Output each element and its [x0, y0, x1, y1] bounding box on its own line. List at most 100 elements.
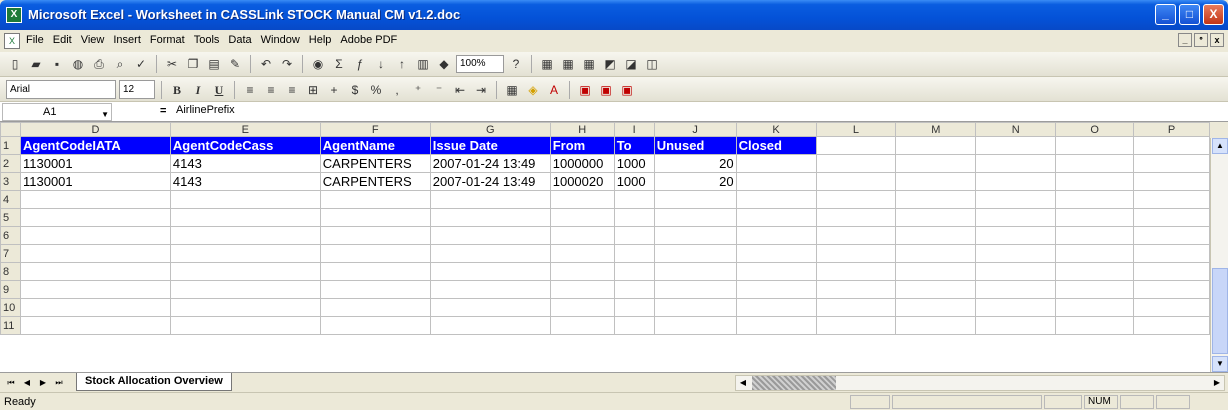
name-box[interactable]: A1 ▼ [2, 103, 112, 121]
undo-icon[interactable]: ↶ [257, 55, 275, 73]
header-cell-closed[interactable]: Closed [735, 136, 817, 155]
cell[interactable] [429, 298, 551, 317]
cell[interactable] [895, 226, 977, 245]
header-cell-agent-code-iata[interactable]: AgentCodeIATA [19, 136, 171, 155]
save-icon[interactable]: ▪ [48, 55, 66, 73]
workbook-icon[interactable]: X [4, 33, 20, 49]
cell[interactable] [895, 172, 977, 191]
pdf-review-icon[interactable]: ▣ [618, 81, 636, 99]
cell[interactable] [549, 280, 615, 299]
menu-window[interactable]: Window [261, 34, 300, 46]
paste-icon[interactable]: ▤ [205, 55, 223, 73]
cell[interactable] [815, 226, 897, 245]
cell[interactable] [1055, 154, 1135, 173]
cell[interactable] [735, 244, 817, 263]
increase-indent-icon[interactable]: ⇥ [472, 81, 490, 99]
horizontal-scrollbar[interactable]: ◀ ▶ [735, 375, 1225, 391]
comma-icon[interactable]: , [388, 81, 406, 99]
column-header[interactable]: M [895, 122, 977, 137]
cell[interactable] [1133, 298, 1210, 317]
cell[interactable] [1133, 172, 1210, 191]
autosum-icon[interactable]: Σ [330, 55, 348, 73]
cell[interactable] [1133, 190, 1210, 209]
cell[interactable] [815, 298, 897, 317]
cell[interactable] [429, 190, 551, 209]
cell[interactable] [1133, 280, 1210, 299]
cell[interactable] [613, 262, 655, 281]
formula-input[interactable]: AirlinePrefix [176, 104, 235, 116]
bold-button[interactable]: B [168, 81, 186, 99]
header-cell-agent-name[interactable]: AgentName [319, 136, 431, 155]
row-header[interactable]: 11 [0, 316, 21, 335]
decrease-indent-icon[interactable]: ⇤ [451, 81, 469, 99]
pdf-convert-icon[interactable]: ▣ [576, 81, 594, 99]
increase-decimal-icon[interactable]: ⁺ [409, 81, 427, 99]
cross-icon[interactable]: + [325, 81, 343, 99]
next-sheet-icon[interactable]: ▶ [36, 376, 50, 389]
cell[interactable] [319, 190, 431, 209]
cell[interactable] [169, 226, 321, 245]
cell[interactable]: CARPENTERS [319, 172, 431, 191]
cell[interactable] [895, 280, 977, 299]
borders-icon[interactable]: ▦ [503, 81, 521, 99]
cell[interactable] [975, 172, 1057, 191]
help-icon[interactable]: ? [507, 55, 525, 73]
cell[interactable]: 2007-01-24 13:49 [429, 172, 551, 191]
menu-format[interactable]: Format [150, 34, 185, 46]
horizontal-scroll-thumb[interactable] [752, 376, 836, 390]
cell[interactable] [19, 262, 171, 281]
row-header[interactable]: 6 [0, 226, 21, 245]
cell[interactable] [429, 244, 551, 263]
redo-icon[interactable]: ↷ [278, 55, 296, 73]
cell[interactable] [429, 208, 551, 227]
cell[interactable] [549, 298, 615, 317]
header-cell-from[interactable]: From [549, 136, 615, 155]
cell[interactable]: 1000 [613, 154, 655, 173]
sort-ascending-icon[interactable]: ↓ [372, 55, 390, 73]
italic-button[interactable]: I [189, 81, 207, 99]
underline-button[interactable]: U [210, 81, 228, 99]
shared-workspace-icon[interactable]: ◫ [643, 55, 661, 73]
cell[interactable] [169, 262, 321, 281]
cell[interactable] [815, 136, 897, 155]
format-painter-icon[interactable]: ✎ [226, 55, 244, 73]
cell[interactable] [1055, 262, 1135, 281]
cell[interactable] [815, 208, 897, 227]
scroll-down-icon[interactable]: ▼ [1212, 356, 1228, 372]
function-icon[interactable]: ƒ [351, 55, 369, 73]
close-button[interactable]: X [1203, 4, 1224, 25]
cell[interactable] [613, 208, 655, 227]
print-preview-icon[interactable]: ⌕ [111, 55, 129, 73]
copy-icon[interactable]: ❐ [184, 55, 202, 73]
cell[interactable] [613, 244, 655, 263]
cell[interactable] [1133, 316, 1210, 335]
excel-app-icon[interactable]: X [6, 7, 22, 23]
cell[interactable] [815, 316, 897, 335]
cell[interactable] [815, 172, 897, 191]
column-header[interactable]: D [19, 122, 171, 137]
doc-minimize-button[interactable]: _ [1178, 33, 1192, 47]
cell[interactable]: 1000020 [549, 172, 615, 191]
cell[interactable] [19, 208, 171, 227]
cell[interactable] [1133, 262, 1210, 281]
cell[interactable]: 20 [653, 172, 737, 191]
cell[interactable]: 4143 [169, 154, 321, 173]
cell[interactable] [429, 280, 551, 299]
cell[interactable] [1133, 208, 1210, 227]
cell[interactable] [815, 244, 897, 263]
reply-changes-icon[interactable]: ▦ [559, 55, 577, 73]
cell[interactable] [429, 226, 551, 245]
cell[interactable] [19, 298, 171, 317]
cell[interactable] [653, 190, 737, 209]
cell[interactable] [19, 280, 171, 299]
cell[interactable] [319, 280, 431, 299]
cell[interactable] [735, 154, 817, 173]
cell[interactable] [895, 298, 977, 317]
prev-sheet-icon[interactable]: ◀ [20, 376, 34, 389]
tab-stock-allocation-overview[interactable]: Stock Allocation Overview [76, 373, 232, 391]
cell[interactable]: 1130001 [19, 172, 171, 191]
cell[interactable] [653, 280, 737, 299]
cell[interactable] [653, 226, 737, 245]
cell[interactable] [735, 298, 817, 317]
cell[interactable] [429, 262, 551, 281]
